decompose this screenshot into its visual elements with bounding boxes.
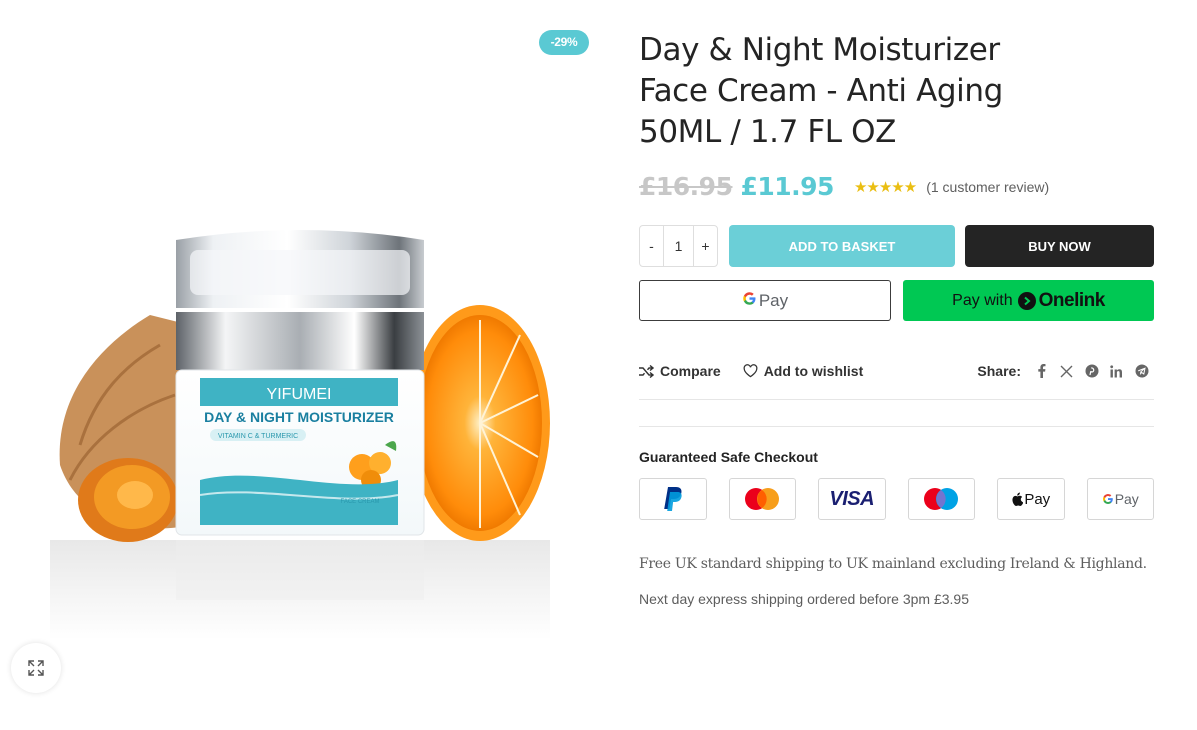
expand-icon [28, 660, 44, 676]
original-price: £16.95 [639, 172, 733, 201]
onelink-brand: Onelink [1038, 289, 1106, 311]
star-rating: ★★★★★ [853, 178, 917, 196]
x-icon[interactable] [1054, 365, 1079, 378]
share-group: Share: [977, 363, 1154, 379]
add-to-cart-row: - 1 + ADD TO BASKET BUY NOW [639, 225, 1154, 267]
maestro-card [907, 478, 975, 520]
onelink-logo-icon [1017, 291, 1036, 310]
mastercard-icon [745, 488, 780, 510]
quantity-input[interactable]: 1 [664, 226, 693, 266]
google-pay-button[interactable]: Pay [639, 280, 891, 321]
google-pay-card: Pay [1086, 478, 1154, 520]
visa-card: VISA [818, 478, 886, 520]
paypal-icon [663, 487, 682, 511]
apple-pay-card: Pay [997, 478, 1065, 520]
buy-now-button[interactable]: BUY NOW [965, 225, 1154, 267]
google-g-icon [742, 291, 757, 311]
add-to-basket-button[interactable]: ADD TO BASKET [729, 225, 955, 267]
pinterest-icon[interactable] [1079, 364, 1104, 378]
apple-pay-label: Pay [1024, 490, 1051, 508]
google-g-icon [1102, 494, 1113, 504]
onelink-pay-button[interactable]: Pay with Onelink [903, 280, 1154, 321]
product-title: Day & Night Moisturizer Face Cream - Ant… [639, 32, 1003, 150]
svg-text:YIFUMEI: YIFUMEI [267, 386, 332, 403]
compare-icon [639, 364, 654, 378]
compare-link[interactable]: Compare [639, 363, 721, 379]
paypal-card [639, 478, 707, 520]
svg-text:VITAMIN C & TURMERIC: VITAMIN C & TURMERIC [218, 433, 298, 440]
heart-icon [743, 364, 758, 378]
google-pay-label: Pay [1114, 491, 1139, 507]
product-image[interactable]: YIFUMEI DAY & NIGHT MOISTURIZER VITAMIN … [40, 195, 560, 640]
wishlist-label: Add to wishlist [763, 363, 864, 379]
express-pay-row: Pay Pay with Onelink [639, 280, 1154, 321]
visa-icon: VISA [829, 487, 875, 510]
svg-text:FACE CREAM: FACE CREAM [340, 499, 379, 505]
product-summary: Day & Night Moisturizer Face Cream - Ant… [639, 30, 1154, 607]
mastercard-card [728, 478, 796, 520]
quantity-stepper: - 1 + [639, 225, 718, 267]
linkedin-icon[interactable] [1104, 364, 1129, 378]
facebook-icon[interactable] [1029, 364, 1054, 378]
google-pay-label: Pay [758, 290, 789, 310]
divider [639, 426, 1154, 427]
discount-badge: -29% [539, 30, 589, 55]
telegram-icon[interactable] [1129, 364, 1154, 378]
onelink-prefix: Pay with [952, 291, 1013, 309]
safe-checkout-title: Guaranteed Safe Checkout [639, 449, 818, 465]
zoom-button[interactable] [11, 643, 61, 693]
sale-price: £11.95 [740, 172, 834, 201]
share-label: Share: [977, 363, 1021, 379]
quantity-minus-button[interactable]: - [640, 226, 664, 266]
wishlist-link[interactable]: Add to wishlist [743, 363, 864, 379]
express-shipping-note: Next day express shipping ordered before… [639, 591, 969, 607]
free-shipping-note: Free UK standard shipping to UK mainland… [639, 556, 1147, 572]
product-gallery: YIFUMEI DAY & NIGHT MOISTURIZER VITAMIN … [0, 0, 600, 730]
product-actions-row: Compare Add to wishlist Share: [639, 360, 1154, 382]
svg-text:DAY & NIGHT MOISTURIZER: DAY & NIGHT MOISTURIZER [204, 409, 394, 425]
price-row: £16.95 £11.95 ★★★★★ (1 customer review) [639, 172, 1049, 201]
customer-review-link[interactable]: (1 customer review) [926, 179, 1049, 195]
quantity-plus-button[interactable]: + [693, 226, 717, 266]
payment-methods: VISA Pay Pay [639, 478, 1154, 520]
maestro-icon [924, 488, 959, 510]
divider [639, 399, 1154, 400]
compare-label: Compare [660, 363, 721, 379]
apple-icon [1012, 492, 1024, 506]
